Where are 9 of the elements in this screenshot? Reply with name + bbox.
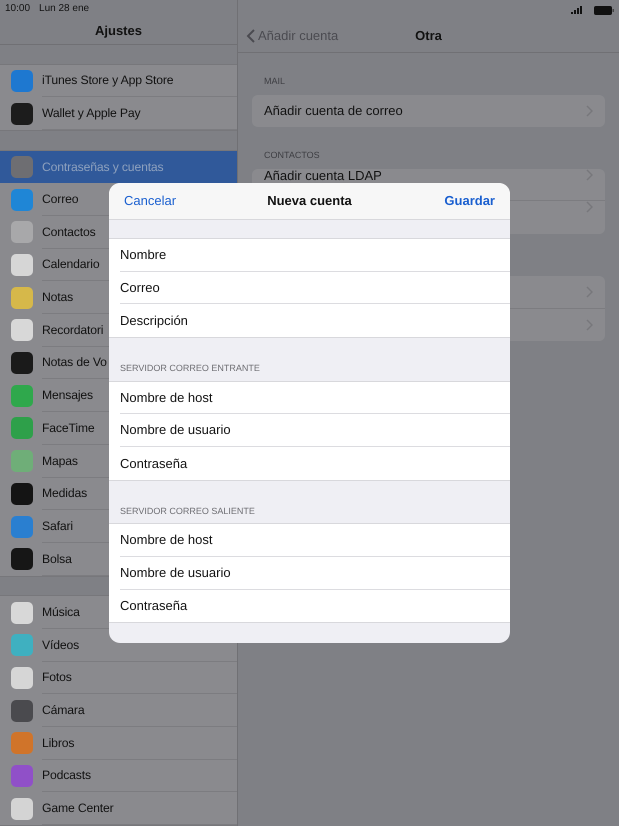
sidebar-title: Ajustes bbox=[95, 22, 142, 40]
section-header: SERVIDOR CORREO SALIENTE bbox=[119, 504, 256, 518]
section-header: MAIL bbox=[263, 75, 286, 88]
page-title: Otra bbox=[415, 28, 442, 44]
section-header: SERVIDOR CORREO ENTRANTE bbox=[119, 362, 261, 376]
status-date: Lun 28 ene bbox=[39, 2, 90, 16]
status-time: 10:00 bbox=[5, 2, 30, 16]
dialog-title: Nueva cuenta bbox=[267, 193, 352, 208]
section-header: CONTACTOS bbox=[263, 149, 321, 162]
